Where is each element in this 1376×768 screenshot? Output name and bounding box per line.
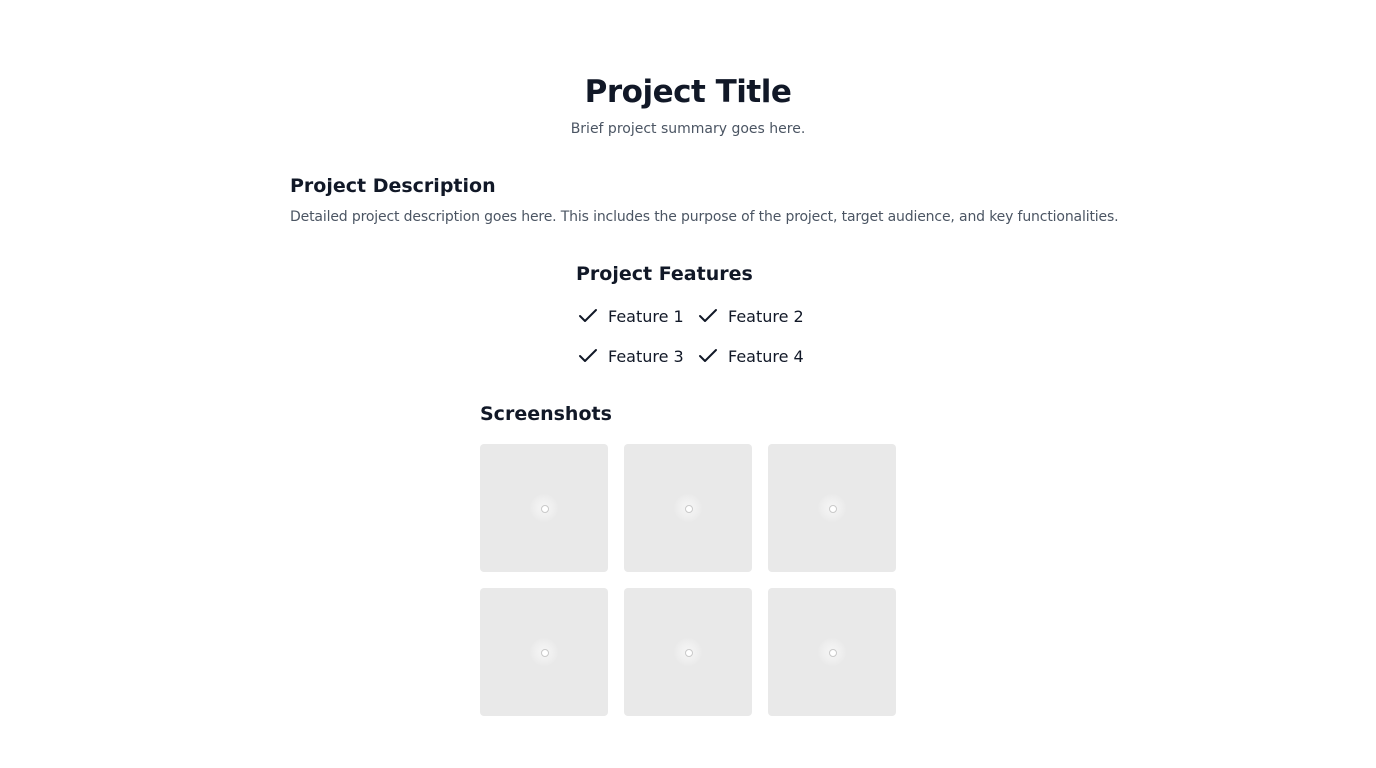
description-heading: Project Description: [290, 175, 496, 197]
loading-spinner-icon: [674, 638, 702, 666]
project-page: Project Title Brief project summary goes…: [0, 0, 1376, 768]
loading-spinner-icon: [674, 494, 702, 522]
check-icon: [699, 309, 717, 322]
screenshot-thumbnail[interactable]: [624, 444, 752, 572]
page-title: Project Title: [584, 74, 792, 110]
screenshot-thumbnail[interactable]: [624, 588, 752, 716]
feature-item: Feature 2: [696, 303, 804, 329]
features-heading: Project Features: [576, 263, 753, 285]
screenshot-thumbnail[interactable]: [480, 444, 608, 572]
screenshot-thumbnail[interactable]: [768, 588, 896, 716]
check-icon: [579, 349, 597, 362]
loading-spinner-icon: [530, 494, 558, 522]
screenshots-heading: Screenshots: [480, 403, 612, 425]
description-text: Detailed project description goes here. …: [290, 209, 1119, 225]
feature-item: Feature 1: [576, 303, 684, 329]
loading-spinner-icon: [530, 638, 558, 666]
loading-spinner-icon: [818, 494, 846, 522]
project-summary: Brief project summary goes here.: [570, 121, 806, 137]
check-icon: [699, 349, 717, 362]
feature-label: Feature 4: [728, 346, 804, 366]
loading-spinner-icon: [818, 638, 846, 666]
feature-label: Feature 2: [728, 306, 804, 326]
screenshot-thumbnail[interactable]: [480, 588, 608, 716]
feature-item: Feature 4: [696, 343, 804, 369]
screenshot-thumbnail[interactable]: [768, 444, 896, 572]
feature-label: Feature 1: [608, 306, 684, 326]
feature-label: Feature 3: [608, 346, 684, 366]
feature-item: Feature 3: [576, 343, 684, 369]
check-icon: [579, 309, 597, 322]
